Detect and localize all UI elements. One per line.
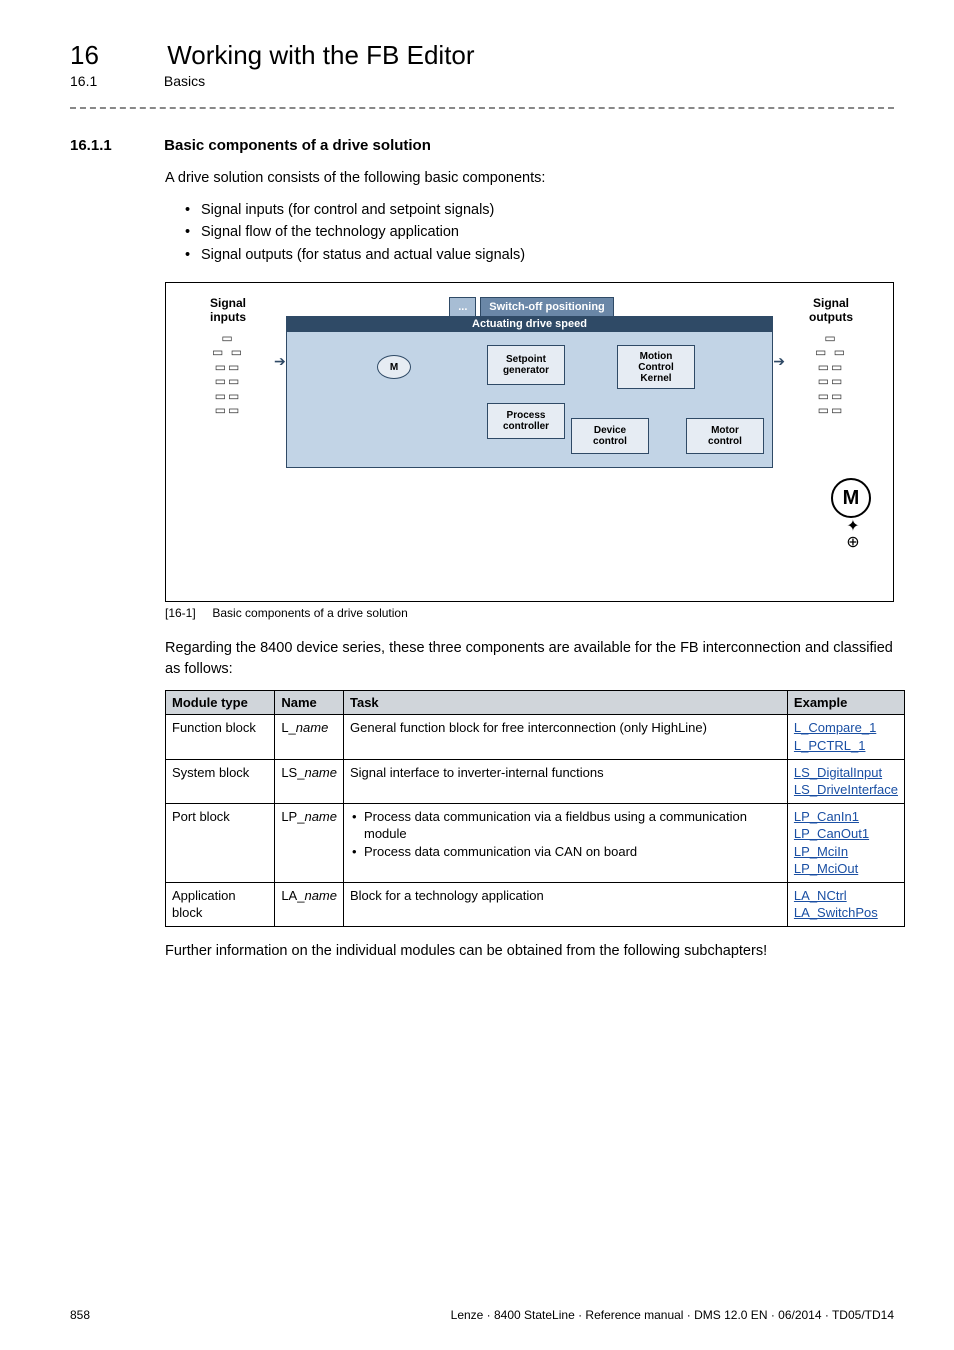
arrow-icon: ➔ (773, 353, 785, 370)
footer-product: Lenze · 8400 StateLine · Reference manua… (451, 1308, 894, 1322)
name-prefix: LS_ (281, 765, 304, 780)
name-italic: name (304, 765, 337, 780)
figure-caption: [16-1] Basic components of a drive solut… (165, 606, 894, 620)
motor-symbol-small: M (377, 355, 411, 379)
motor-symbol-large: M (831, 478, 871, 518)
tab-ellipsis: ... (449, 297, 476, 317)
table-header-example: Example (787, 691, 904, 715)
cell-module-type: Port block (166, 803, 275, 882)
cell-name: L_name (275, 715, 344, 759)
paragraph-after-table: Further information on the individual mo… (165, 941, 894, 962)
cell-module-type: System block (166, 759, 275, 803)
bullet-item: Signal outputs (for status and actual va… (185, 244, 894, 266)
table-header-task: Task (344, 691, 788, 715)
cell-task: General function block for free intercon… (344, 715, 788, 759)
actuating-panel-title: Actuating drive speed (286, 316, 773, 332)
cell-task: Block for a technology application (344, 882, 788, 926)
setpoint-generator-block: Setpoint generator (487, 345, 565, 385)
page-footer: 858 Lenze · 8400 StateLine · Reference m… (70, 1308, 894, 1322)
example-link[interactable]: LS_DigitalInput (794, 765, 882, 780)
bullet-item: Signal flow of the technology applicatio… (185, 221, 894, 243)
cell-name: LS_name (275, 759, 344, 803)
subsection-number: 16.1 (70, 73, 160, 89)
table-row: Application block LA_name Block for a te… (166, 882, 905, 926)
cell-example: LS_DigitalInput LS_DriveInterface (787, 759, 904, 803)
tab-switch-off: Switch-off positioning (480, 297, 613, 317)
example-link[interactable]: L_PCTRL_1 (794, 738, 866, 753)
motor-control-block: Motor control (686, 418, 764, 454)
cell-name: LP_name (275, 803, 344, 882)
task-bullet: Process data communication via CAN on bo… (364, 843, 781, 861)
table-row: Port block LP_name Process data communic… (166, 803, 905, 882)
device-control-block: Device control (571, 418, 649, 454)
table-header-module-type: Module type (166, 691, 275, 715)
cell-module-type: Application block (166, 882, 275, 926)
section-heading: 16.1.1 Basic components of a drive solut… (70, 137, 894, 154)
chapter-heading: 16 Working with the FB Editor (70, 40, 894, 71)
drive-solution-diagram: Signal inputs ▭▭ ▭▭▭▭▭▭▭▭▭ ➔ ➔ ... Switc… (165, 282, 894, 602)
cell-module-type: Function block (166, 715, 275, 759)
subsection-heading: 16.1 Basics (70, 73, 894, 89)
chapter-title: Working with the FB Editor (167, 40, 474, 70)
example-link[interactable]: LA_NCtrl (794, 888, 847, 903)
name-prefix: LA_ (281, 888, 304, 903)
signal-outputs-column: Signal outputs ▭▭ ▭▭▭▭▭▭▭▭▭ (787, 297, 875, 417)
component-bullet-list: Signal inputs (for control and setpoint … (185, 199, 894, 266)
name-prefix: LP_ (281, 809, 304, 824)
example-link[interactable]: LP_MciIn (794, 844, 848, 859)
example-link[interactable]: LP_CanIn1 (794, 809, 859, 824)
cell-name: LA_name (275, 882, 344, 926)
name-italic: name (304, 888, 337, 903)
task-bullet: Process data communication via a fieldbu… (364, 808, 781, 843)
motion-control-kernel-block: Motion Control Kernel (617, 345, 695, 389)
signal-outputs-label: Signal outputs (787, 297, 875, 325)
separator-rule (70, 107, 894, 109)
cell-task: Process data communication via a fieldbu… (344, 803, 788, 882)
example-link[interactable]: LP_CanOut1 (794, 826, 869, 841)
example-link[interactable]: LS_DriveInterface (794, 782, 898, 797)
page-number: 858 (70, 1308, 90, 1322)
name-prefix: L_ (281, 720, 295, 735)
cell-example: LA_NCtrl LA_SwitchPos (787, 882, 904, 926)
center-column: ... Switch-off positioning Actuating dri… (286, 297, 773, 468)
chapter-number: 16 (70, 40, 160, 71)
subsection-title: Basics (164, 73, 205, 89)
name-italic: name (304, 809, 337, 824)
cell-example: L_Compare_1 L_PCTRL_1 (787, 715, 904, 759)
example-link[interactable]: LP_MciOut (794, 861, 858, 876)
example-link[interactable]: LA_SwitchPos (794, 905, 878, 920)
process-controller-block: Process controller (487, 403, 565, 439)
cell-example: LP_CanIn1 LP_CanOut1 LP_MciIn LP_MciOut (787, 803, 904, 882)
cell-task: Signal interface to inverter-internal fu… (344, 759, 788, 803)
intro-paragraph: A drive solution consists of the followi… (165, 168, 894, 189)
section-number: 16.1.1 (70, 137, 160, 154)
section-title: Basic components of a drive solution (164, 137, 431, 154)
input-terminal-icons: ▭▭ ▭▭▭▭▭▭▭▭▭ (184, 331, 272, 417)
table-row: System block LS_name Signal interface to… (166, 759, 905, 803)
table-row: Function block L_name General function b… (166, 715, 905, 759)
bullet-item: Signal inputs (for control and setpoint … (185, 199, 894, 221)
example-link[interactable]: L_Compare_1 (794, 720, 876, 735)
name-italic: name (296, 720, 329, 735)
signal-inputs-column: Signal inputs ▭▭ ▭▭▭▭▭▭▭▭▭ (184, 297, 272, 417)
paragraph-after-figure: Regarding the 8400 device series, these … (165, 638, 894, 680)
module-type-table: Module type Name Task Example Function b… (165, 690, 905, 926)
output-terminal-icons: ▭▭ ▭▭▭▭▭▭▭▭▭ (787, 331, 875, 417)
table-header-name: Name (275, 691, 344, 715)
arrow-icon: ➔ (274, 353, 286, 370)
signal-inputs-label: Signal inputs (184, 297, 272, 325)
motor-aux-icons: ✦⊕ (835, 519, 871, 551)
figure-caption-text: Basic components of a drive solution (212, 606, 407, 620)
figure-caption-tag: [16-1] (165, 606, 209, 620)
